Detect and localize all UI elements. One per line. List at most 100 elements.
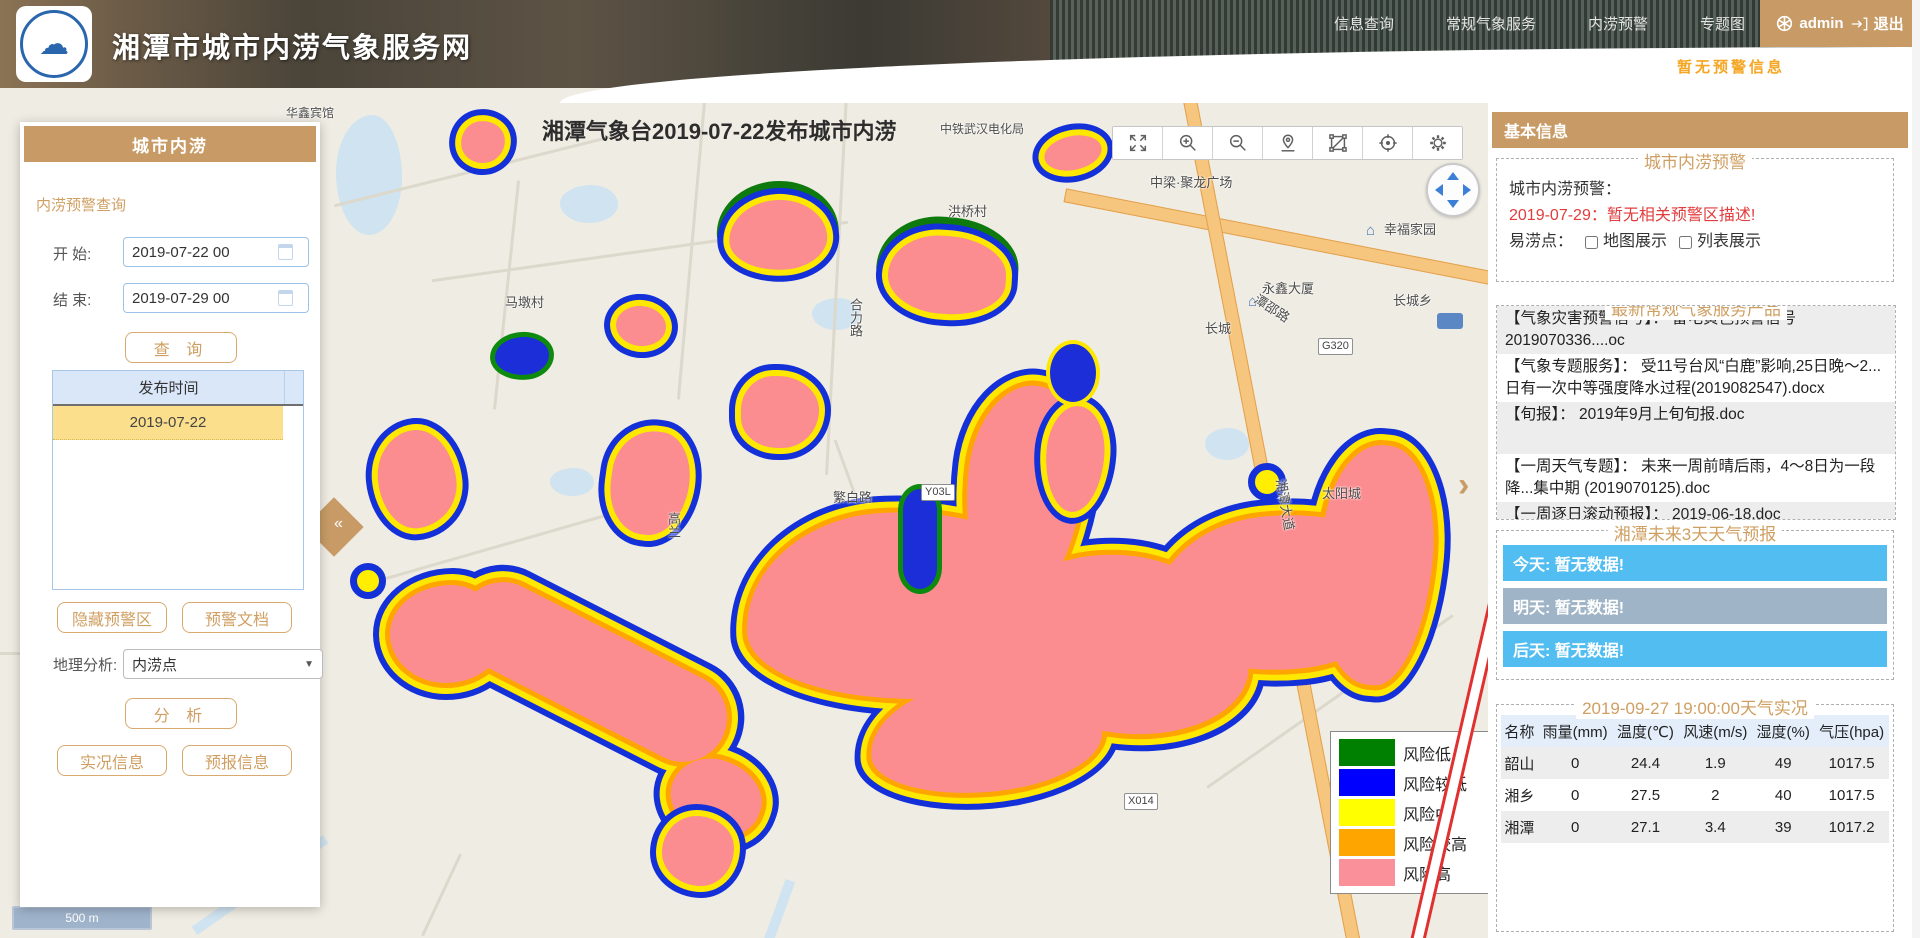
nav-item-thematic-map[interactable]: 专题图 — [1700, 13, 1745, 34]
road-badge: G320 — [1318, 338, 1353, 355]
pan-compass-control[interactable] — [1426, 163, 1480, 217]
nav-item-flood-warning[interactable]: 内涝预警 — [1588, 13, 1648, 34]
cell: 湘潭 — [1501, 811, 1538, 843]
query-button[interactable]: 查 询 — [125, 332, 237, 363]
collapse-left-arrow-icon[interactable]: « — [334, 515, 343, 533]
measure-polygon-icon[interactable] — [1313, 127, 1363, 159]
live-info-button[interactable]: 实况信息 — [57, 745, 167, 776]
risk-zone — [1034, 123, 1112, 183]
center-target-icon[interactable] — [1363, 127, 1413, 159]
cell: 0 — [1538, 811, 1613, 843]
calendar-icon[interactable] — [278, 290, 293, 306]
expand-right-panel-icon[interactable]: › — [1458, 468, 1469, 502]
app-root: 中铁武汉电化局 中梁·聚龙广场 洪桥村 ⌂ 幸福家园 ⌂ 永鑫大厦 长城 长城乡… — [0, 0, 1920, 938]
pan-up-icon[interactable] — [1447, 172, 1459, 180]
warning-detail-line: 2019-07-29：暂无相关预警区描述! — [1509, 203, 1881, 229]
analyze-button[interactable]: 分 析 — [125, 698, 237, 729]
scrollbar-track[interactable] — [1912, 0, 1920, 938]
site-logo: ☁ — [16, 6, 92, 82]
start-date-label: 开 始: — [53, 243, 91, 264]
cell: 2 — [1678, 779, 1752, 811]
hide-warning-area-button[interactable]: 隐藏预警区 — [57, 602, 167, 633]
warning-line: 城市内涝预警： — [1509, 177, 1881, 203]
col-header: 气压(hpa) — [1814, 715, 1889, 747]
product-link[interactable]: 【旬报】： 2019年9月上旬旬报.doc — [1497, 402, 1895, 454]
pan-right-icon[interactable] — [1463, 184, 1471, 196]
fullscreen-icon[interactable] — [1113, 127, 1163, 159]
risk-zone — [735, 370, 825, 454]
geo-analysis-select[interactable]: 内涝点 ▼ — [123, 649, 323, 679]
cell: 39 — [1752, 811, 1814, 843]
weather-logo-icon: ☁ — [20, 10, 88, 78]
warning-doc-button[interactable]: 预警文档 — [182, 602, 292, 633]
locate-icon[interactable] — [1263, 127, 1313, 159]
geo-analysis-label: 地理分析: — [53, 654, 117, 675]
col-header: 湿度(%) — [1752, 715, 1814, 747]
zoom-slider-handle[interactable] — [1437, 313, 1463, 329]
warning-notice-ticker: 暂无预警信息 — [1677, 56, 1785, 77]
right-panel-title: 基本信息 — [1492, 112, 1908, 148]
settings-gear-icon[interactable] — [1413, 127, 1462, 159]
cell: 27.5 — [1613, 779, 1679, 811]
table-row: 湘乡 0 27.5 2 40 1017.5 — [1501, 779, 1889, 811]
col-header: 温度(℃) — [1613, 715, 1679, 747]
logout-icon[interactable] — [1850, 16, 1868, 32]
end-date-row: 结 束: — [20, 283, 320, 313]
legend-swatch — [1339, 829, 1395, 856]
cell: 24.4 — [1613, 747, 1679, 779]
username: admin — [1799, 15, 1843, 32]
site-title: 湘潭市城市内涝气象服务网 — [112, 26, 472, 66]
nav-item-info-query[interactable]: 信息查询 — [1334, 13, 1394, 34]
map-display-label: 地图展示 — [1603, 229, 1667, 255]
forecast-info-button[interactable]: 预报信息 — [182, 745, 292, 776]
legend-row: 风险中 — [1339, 799, 1481, 826]
start-date-row: 开 始: — [20, 237, 320, 267]
pan-down-icon[interactable] — [1447, 200, 1459, 208]
house-icon: ⌂ — [1366, 222, 1375, 239]
map-scale-bar: 500 m — [12, 906, 152, 930]
map-toolbar — [1112, 126, 1463, 160]
table-scroll-column — [284, 371, 303, 404]
product-link[interactable]: 【一周逐日滚动预报】： 2019-06-18.doc — [1497, 502, 1895, 520]
map-display-checkbox[interactable] — [1585, 236, 1598, 249]
cell: 湘乡 — [1501, 779, 1538, 811]
risk-zone — [597, 419, 702, 546]
nav-item-regular-service[interactable]: 常规气象服务 — [1446, 13, 1536, 34]
left-panel-title: 城市内涝 — [24, 126, 316, 162]
result-row-selected[interactable]: 2019-07-22 — [53, 406, 283, 440]
product-link[interactable]: 【气象专题服务】： 受11号台风“白鹿”影响,25日晚～2...日有一次中等强度… — [1497, 354, 1895, 402]
zoom-in-icon[interactable] — [1163, 127, 1213, 159]
warning-section-title: 城市内涝预警 — [1638, 148, 1752, 173]
map-label: 高兰 — [664, 512, 683, 538]
table-header-row: 名称 雨量(mm) 温度(℃) 风速(m/s) 湿度(%) 气压(hpa) — [1501, 715, 1889, 747]
flood-point-row: 易涝点： 地图展示 列表展示 — [1509, 229, 1881, 255]
publish-time-column-header: 发布时间 — [53, 371, 284, 404]
result-table: 发布时间 2019-07-22 — [52, 370, 304, 590]
list-display-label: 列表展示 — [1697, 229, 1761, 255]
pan-left-icon[interactable] — [1435, 184, 1443, 196]
left-panel: 城市内涝 内涝预警查询 开 始: 结 束: 查 询 发布时间 2019-07-2… — [20, 122, 320, 907]
cell: 3.4 — [1678, 811, 1752, 843]
cell: 27.1 — [1613, 811, 1679, 843]
zoom-out-icon[interactable] — [1213, 127, 1263, 159]
cell: 1017.5 — [1814, 747, 1889, 779]
map-label: 洪桥村 — [948, 201, 987, 220]
risk-zone — [452, 111, 515, 172]
end-date-label: 结 束: — [53, 289, 91, 310]
live-weather-table: 名称 雨量(mm) 温度(℃) 风速(m/s) 湿度(%) 气压(hpa) 韶山… — [1501, 715, 1889, 843]
map-label: 合力路 — [846, 298, 865, 337]
map-label: 中铁武汉电化局 — [940, 120, 1024, 137]
product-link[interactable]: 【一周天气专题】： 未来一周前晴后雨，4～8日为一段降...集中期 (20190… — [1497, 454, 1895, 502]
map-label: 太阳城 — [1322, 483, 1361, 502]
scale-label: 500 m — [65, 911, 98, 925]
list-display-checkbox[interactable] — [1679, 236, 1692, 249]
live-weather-section: 2019-09-27 19:00:00天气实况 名称 雨量(mm) 温度(℃) … — [1496, 704, 1894, 932]
legend-swatch — [1339, 859, 1395, 886]
legend-row: 风险较高 — [1339, 829, 1481, 856]
risk-zone — [1046, 340, 1100, 406]
calendar-icon[interactable] — [278, 244, 293, 260]
risk-zone — [880, 227, 1015, 324]
user-icon — [1776, 15, 1793, 32]
logout-button[interactable]: 退出 — [1874, 13, 1904, 34]
products-section-title: 最新常规气象服务产品 — [1605, 305, 1787, 320]
